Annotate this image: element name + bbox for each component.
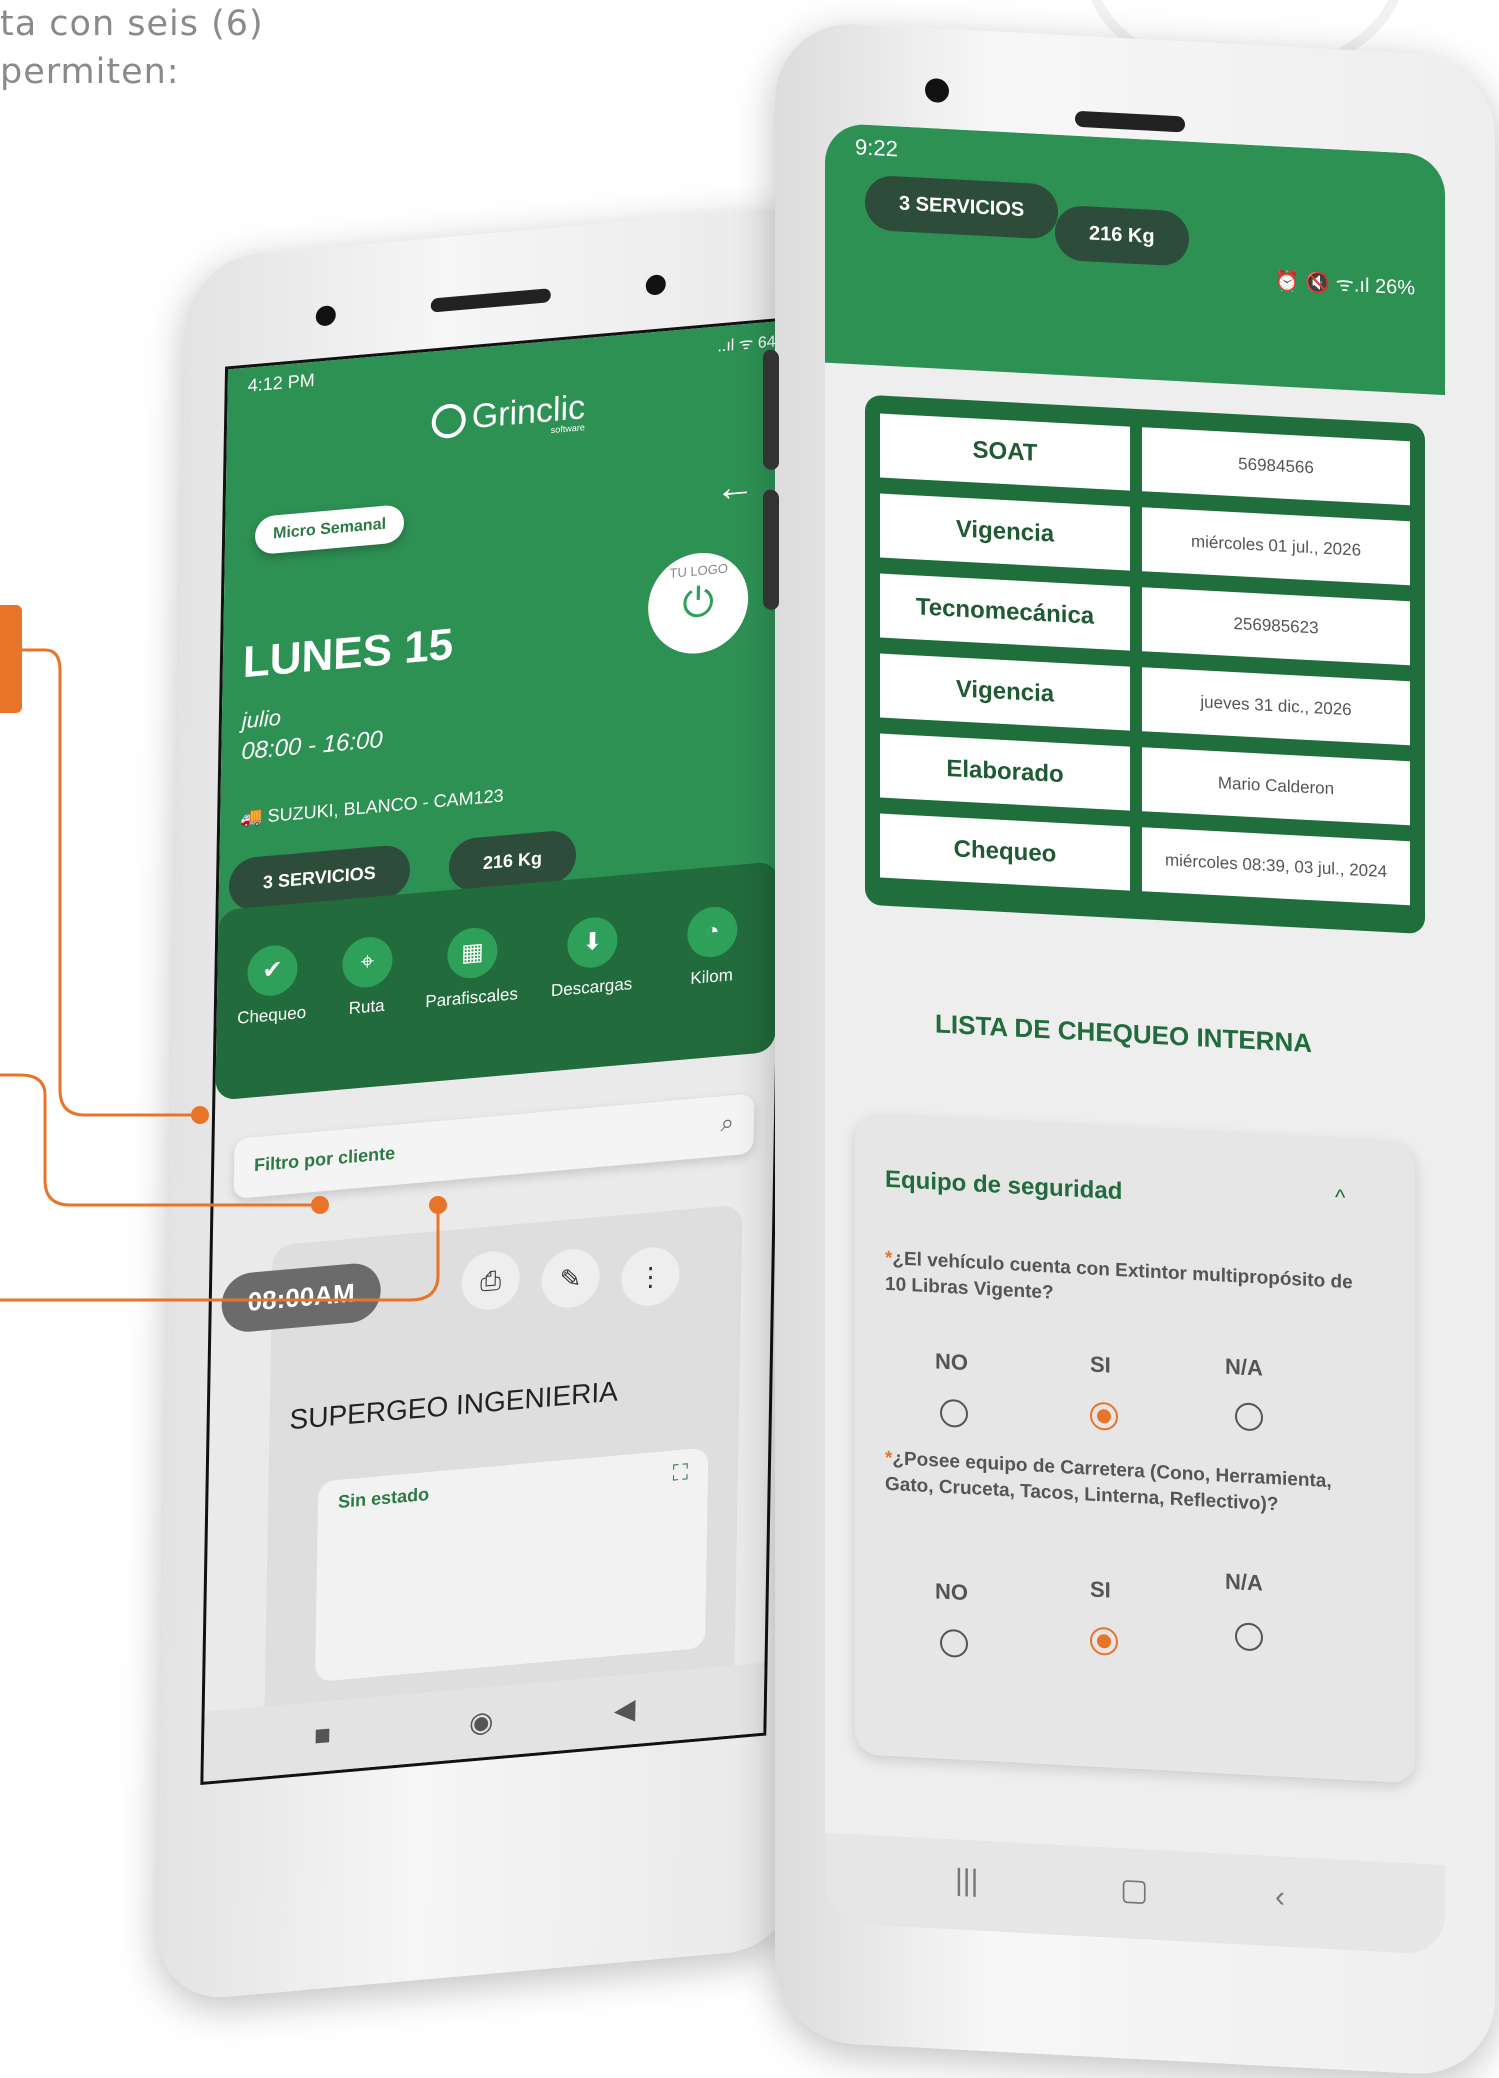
connector-chequeo	[22, 648, 200, 1117]
callout-connectors	[0, 648, 447, 1302]
connector-dot-parafiscales	[429, 1196, 447, 1214]
connector-parafiscales	[0, 1205, 440, 1302]
connector-ruta	[0, 1073, 320, 1207]
connector-dot-chequeo	[191, 1106, 209, 1124]
connector-dot-ruta	[311, 1196, 329, 1214]
